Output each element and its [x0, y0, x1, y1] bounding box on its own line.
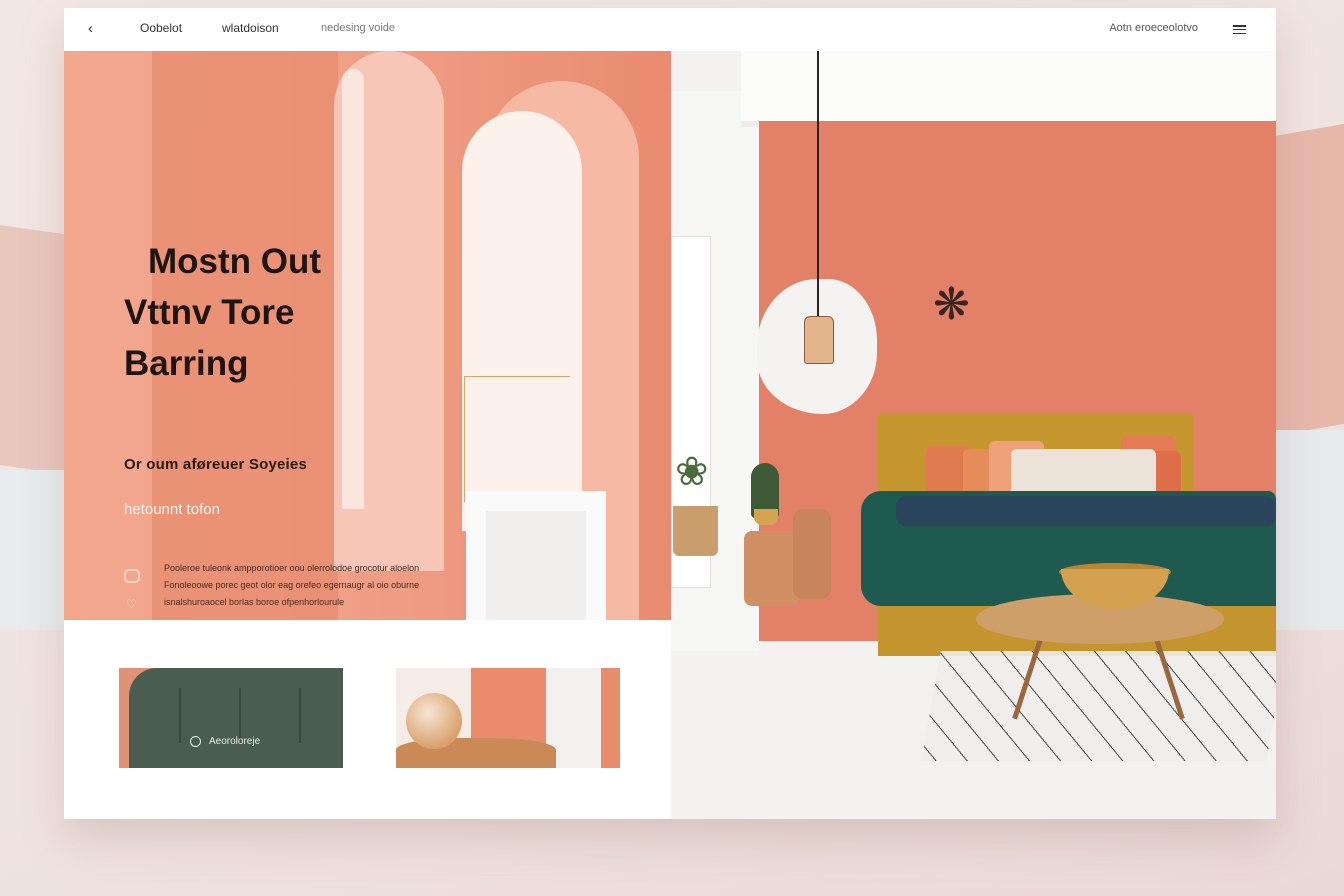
rug-graphic — [921, 651, 1276, 761]
feature-line: Fonoleoowe porec geot olor eag orefeo eg… — [164, 580, 420, 590]
thumbnail-section: Aeoroloreje — [64, 620, 671, 819]
background-shape — [0, 225, 70, 475]
plant-pot-graphic — [673, 506, 718, 556]
hero-left-panel: Mostn Out Vttnv Tore Barring Or oum afør… — [64, 51, 671, 620]
top-navigation-bar: ‹ Oobelot wlatdoison nedesing voide Aotn… — [64, 8, 1276, 52]
chair-image — [129, 668, 343, 768]
glass-sphere-image — [406, 693, 462, 749]
stool-graphic — [793, 509, 831, 599]
brass-decor-graphic — [464, 376, 570, 502]
nav-link-1[interactable]: Oobelot — [140, 21, 182, 35]
thumbnail-card-decor[interactable] — [396, 668, 620, 768]
nav-link-3[interactable]: nedesing voide — [321, 22, 395, 34]
chevron-left-icon[interactable]: ‹ — [88, 20, 104, 38]
hero-cta-link[interactable]: hetounnt tofon — [124, 501, 220, 518]
ceiling-molding-graphic — [741, 51, 1276, 127]
hero-title-line: Barring — [124, 344, 249, 383]
thumbnail-card-chair[interactable]: Aeoroloreje — [119, 668, 343, 768]
throw-blanket-graphic — [896, 496, 1276, 526]
hero-subtitle: Or oum aføreuer Soyeies — [124, 456, 307, 473]
hamburger-menu-icon[interactable] — [1233, 25, 1246, 35]
background-shape — [1274, 123, 1344, 437]
nav-link-2[interactable]: wlatdoison — [222, 21, 279, 35]
background-shape — [0, 470, 70, 630]
wall-art-icon: ❋ — [933, 280, 970, 329]
browser-window: ‹ Oobelot wlatdoison nedesing voide Aotn… — [64, 8, 1276, 819]
hero-title: Mostn Out Vttnv Tore Barring — [124, 236, 321, 389]
bubble-icon — [124, 569, 140, 583]
plant-icon: ❀ — [675, 450, 709, 494]
heart-icon: ♡ — [126, 597, 137, 611]
feature-line: Pooleroe tuleonk ampporotioer oou olerro… — [164, 563, 420, 573]
bedroom-photo: ❋ ❀ — [671, 51, 1276, 819]
hero-title-line: Mostn Out — [148, 242, 322, 281]
account-link[interactable]: Aotn eroeceolotvo — [1109, 22, 1198, 34]
arch-window-graphic — [334, 51, 444, 571]
circle-icon — [190, 736, 201, 747]
stool-graphic — [744, 531, 799, 606]
pendant-lamp-icon — [804, 316, 834, 364]
thumbnail-label: Aeoroloreje — [209, 736, 261, 747]
console-table-graphic — [466, 491, 606, 620]
background-shape — [1274, 430, 1344, 630]
lamp-cord-graphic — [817, 51, 819, 316]
hero-title-line: Vttnv Tore — [124, 293, 295, 332]
feature-line: isnalshuroaocel borlas boroe ofpenhorlou… — [164, 597, 345, 607]
feature-list: Pooleroe tuleonk ampporotioer oou olerro… — [164, 560, 419, 611]
